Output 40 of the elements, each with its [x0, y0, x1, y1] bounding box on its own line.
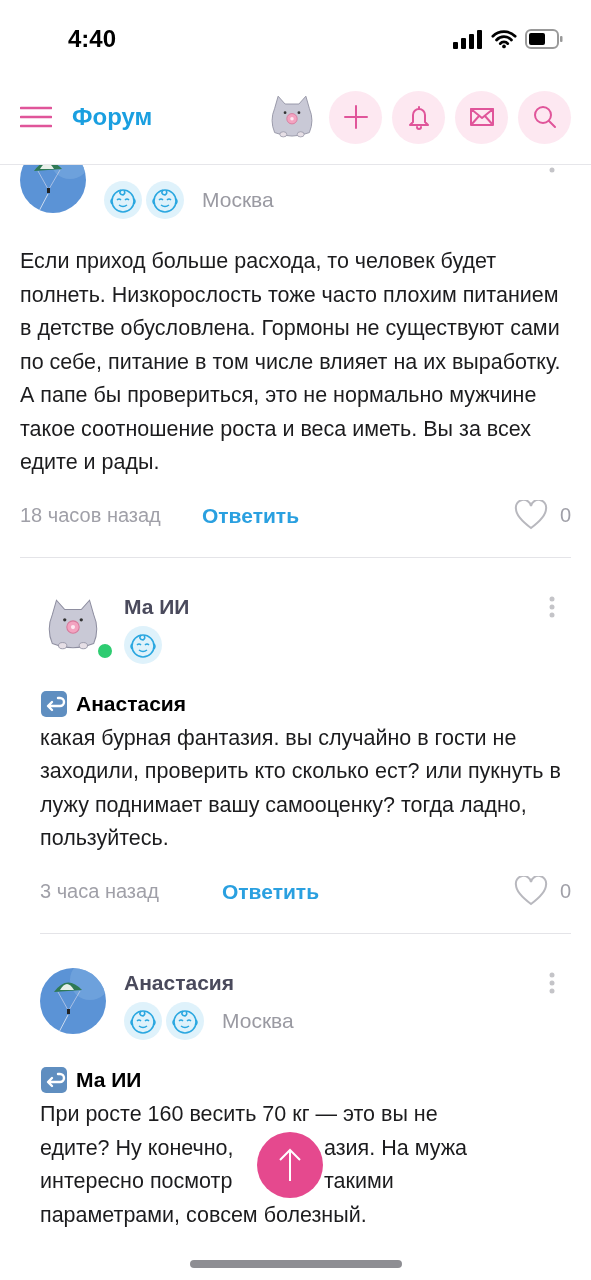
- baby-face-icon: [166, 1002, 204, 1040]
- status-time: 4:40: [68, 24, 117, 54]
- comment-text: При росте 160 весить 70 кг — это вы не: [40, 1101, 438, 1129]
- search-button[interactable]: [518, 90, 571, 144]
- bell-button[interactable]: [392, 90, 445, 144]
- more-icon[interactable]: [549, 596, 555, 618]
- reply-to-name[interactable]: Анастасия: [76, 688, 186, 720]
- comment-text: какая бурная фантазия. вы случайно в гости не заходили, проверить кто сколько ест? или пукнуть в лужу поднимает вашу самооценку? тогда ладно, пользуйтесь.: [40, 724, 562, 852]
- baby-face-icon: [104, 181, 142, 219]
- baby-face-icon: [124, 626, 162, 664]
- timestamp: 3 часа назад: [40, 879, 160, 905]
- city-label: Москва: [222, 1008, 294, 1035]
- plus-button[interactable]: [329, 90, 382, 144]
- battery-icon: [525, 29, 563, 49]
- comment-text: едите? Ну конечно,: [40, 1135, 234, 1160]
- baby-face-icon: [146, 181, 184, 219]
- plus-icon: [342, 104, 369, 130]
- page-title: Форум: [72, 102, 153, 132]
- signal-icon: [453, 29, 483, 49]
- comment-text: Если приход больше расхода, то человек будет полнеть. Низкорослость тоже часто плохим питанием в детстве обусловлена. Гормоны не существуют сами по себе, питание в том числе влияет на их выработку. А папе бы провериться, это не нормально мужчине такое соотношение роста и веса иметь. Вы за всех едите и рады.: [20, 248, 562, 476]
- wifi-icon: [491, 29, 517, 49]
- like-count: 0: [559, 879, 571, 905]
- comment-text: параметрами, совсем болезный.: [40, 1201, 367, 1229]
- city-label: Москва: [202, 187, 274, 214]
- like-count: 0: [559, 503, 571, 529]
- timestamp: 18 часов назад: [20, 503, 162, 529]
- more-icon[interactable]: [549, 972, 555, 994]
- reply-to-name[interactable]: Ма ИИ: [76, 1064, 142, 1096]
- author-name[interactable]: Ма ИИ: [124, 594, 531, 620]
- menu-icon[interactable]: [20, 106, 52, 128]
- arrow-up-icon: [278, 1147, 302, 1182]
- mail-button[interactable]: [455, 90, 508, 144]
- comment-text: азия. На мужа: [324, 1134, 467, 1162]
- baby-face-icon: [124, 1002, 162, 1040]
- search-icon: [531, 104, 558, 130]
- author-name[interactable]: Анастасия: [124, 970, 531, 996]
- comment-text: интересно посмотр: [40, 1169, 233, 1194]
- heart-icon[interactable]: [513, 500, 548, 531]
- comment-text: такими: [324, 1168, 394, 1196]
- heart-icon[interactable]: [513, 876, 548, 907]
